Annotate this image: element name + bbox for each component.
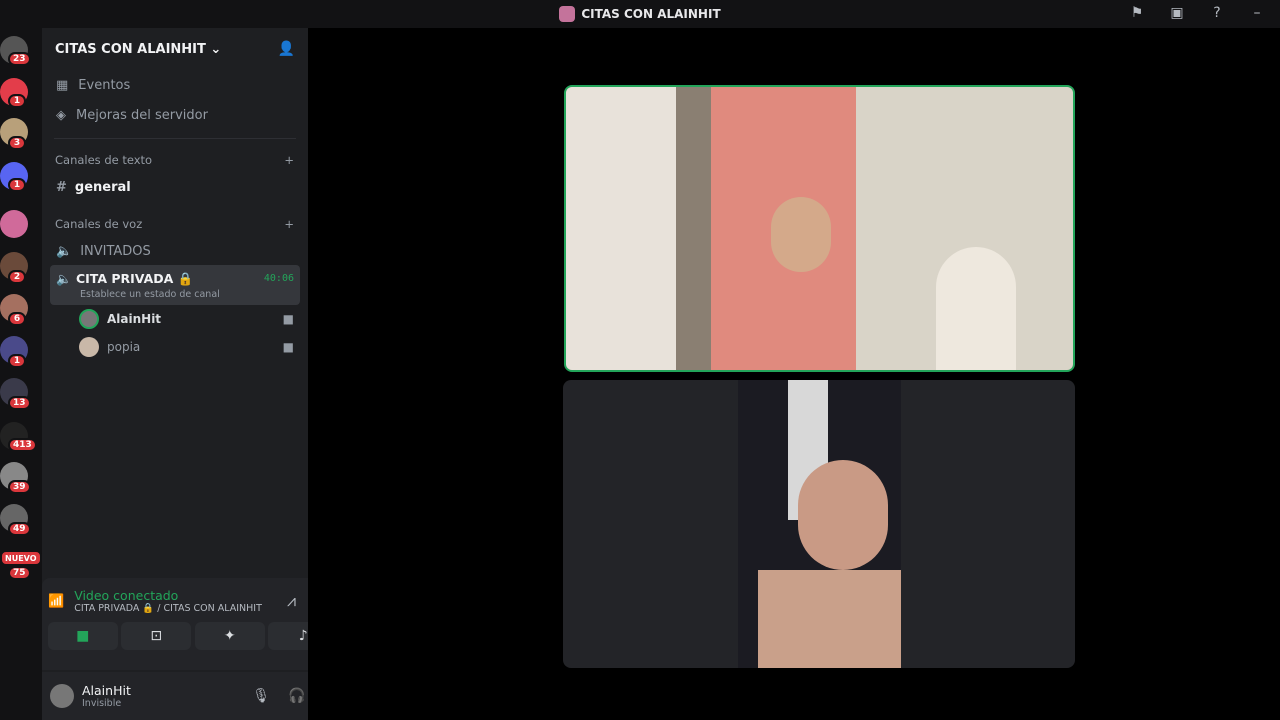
server-badge: 1 bbox=[8, 178, 26, 192]
face bbox=[771, 197, 831, 272]
title-bar: CITAS CON ALAINHIT ⚑ ▣ ? – bbox=[0, 0, 1280, 28]
voice-channels-category[interactable]: Canales de voz + bbox=[42, 211, 308, 237]
speaker-icon: 🔈 bbox=[56, 270, 72, 286]
divider bbox=[54, 138, 296, 139]
channel-general[interactable]: # general bbox=[50, 173, 300, 201]
events-item[interactable]: ▦ Eventos bbox=[42, 70, 308, 100]
server-badge: 75 bbox=[8, 566, 31, 580]
avatar bbox=[79, 309, 99, 329]
server-boosts-item[interactable]: ◈ Mejoras del servidor bbox=[42, 100, 308, 130]
chevron-down-icon: ⌄ bbox=[210, 41, 222, 57]
channel-sidebar: CITAS CON ALAINHIT ⌄ 👤 ▦ Eventos ◈ Mejoras… bbox=[42, 28, 344, 720]
boost-icon: ◈ bbox=[56, 107, 66, 123]
voice-channel-cita-privada[interactable]: 🔈 CITA PRIVADA 🔒 40:06 Establece un esta… bbox=[50, 265, 300, 305]
video-tile-alainhit[interactable] bbox=[564, 85, 1075, 372]
server-badge: 49 bbox=[8, 522, 31, 536]
user-panel: AlainHit Invisible 🎙 🎧 ⚙ bbox=[42, 672, 344, 720]
activities-button[interactable]: ✦ bbox=[194, 622, 265, 650]
server-badge: 23 bbox=[8, 52, 31, 66]
headphones-icon[interactable]: 🎧 bbox=[288, 688, 305, 704]
server-badge: 6 bbox=[8, 312, 26, 326]
user-status: Invisible bbox=[82, 698, 122, 709]
avatar bbox=[79, 337, 99, 357]
voice-connection-panel: 📶 Video conectado CITA PRIVADA 🔒 / CITAS… bbox=[42, 578, 344, 670]
server-rail: 23 1 3 1 2 6 1 13 413 39 49 NUEVO 75 bbox=[0, 28, 42, 720]
portrait-video bbox=[738, 380, 901, 668]
server-badge: 413 bbox=[8, 438, 37, 452]
video-icon: ■ bbox=[282, 312, 294, 326]
connection-location[interactable]: CITA PRIVADA 🔒 / CITAS CON ALAINHIT bbox=[74, 603, 262, 614]
voice-user-alainhit[interactable]: AlainHit ■ bbox=[42, 305, 308, 333]
camera-button[interactable]: ■ bbox=[47, 622, 118, 650]
screen-share-button[interactable]: ⊡ bbox=[121, 622, 192, 650]
door bbox=[566, 87, 676, 370]
server-badge: 1 bbox=[8, 354, 26, 368]
noise-suppression-icon[interactable]: ⩘ bbox=[287, 591, 296, 611]
server-name: CITAS CON ALAINHIT bbox=[55, 41, 206, 57]
server-header[interactable]: CITAS CON ALAINHIT ⌄ 👤 bbox=[42, 28, 308, 70]
call-timer: 40:06 bbox=[263, 273, 294, 284]
minimize-icon[interactable]: – bbox=[1248, 4, 1266, 22]
window-title: CITAS CON ALAINHIT bbox=[559, 6, 721, 22]
connection-status: Video conectado bbox=[74, 588, 179, 603]
channel-status[interactable]: Establece un estado de canal bbox=[56, 289, 220, 300]
invite-people-icon[interactable]: 👤 bbox=[278, 41, 295, 57]
lock-icon: 🔒 bbox=[177, 270, 194, 286]
face bbox=[798, 460, 888, 570]
video-icon: ■ bbox=[282, 340, 294, 354]
calendar-icon: ▦ bbox=[56, 77, 69, 93]
new-badge[interactable]: NUEVO bbox=[0, 550, 42, 566]
help-icon[interactable]: ? bbox=[1208, 4, 1226, 22]
speaker-icon: 🔈 bbox=[56, 243, 73, 259]
text-channels-category[interactable]: Canales de texto + bbox=[42, 147, 308, 173]
signal-icon[interactable]: 📶 bbox=[48, 594, 64, 609]
video-stage bbox=[308, 28, 1280, 720]
server-badge: 1 bbox=[8, 94, 26, 108]
hash-icon: # bbox=[56, 179, 67, 195]
server-icon-5[interactable] bbox=[0, 210, 28, 238]
server-icon bbox=[559, 6, 576, 22]
voice-channel-invitados[interactable]: 🔈 INVITADOS bbox=[50, 237, 300, 265]
microphone-icon[interactable]: 🎙 bbox=[252, 688, 270, 704]
shoulders bbox=[758, 570, 901, 668]
server-badge: 13 bbox=[8, 396, 31, 410]
add-channel-icon[interactable]: + bbox=[284, 217, 294, 231]
server-badge: 3 bbox=[8, 136, 26, 150]
user-avatar[interactable] bbox=[50, 684, 74, 708]
person bbox=[936, 247, 1016, 370]
inbox-icon[interactable]: ▣ bbox=[1168, 4, 1186, 22]
video-tile-popia[interactable] bbox=[563, 380, 1075, 668]
flag-icon[interactable]: ⚑ bbox=[1128, 4, 1146, 22]
username: AlainHit bbox=[82, 683, 131, 698]
server-badge: 39 bbox=[8, 480, 31, 494]
add-channel-icon[interactable]: + bbox=[284, 153, 294, 167]
server-badge: 2 bbox=[8, 270, 26, 284]
voice-user-popia[interactable]: popia ■ bbox=[42, 333, 308, 361]
